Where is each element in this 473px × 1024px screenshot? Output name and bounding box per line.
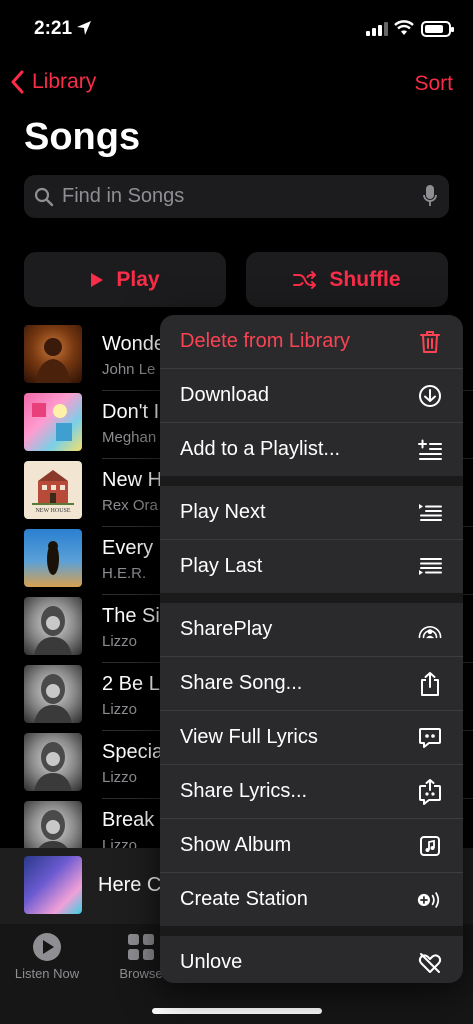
menu-group-gap <box>160 593 463 603</box>
album-art <box>24 733 82 791</box>
album-art <box>24 393 82 451</box>
shuffle-button[interactable]: Shuffle <box>246 252 448 307</box>
song-title: Break <box>102 809 155 831</box>
menu-item-add-to-playlist[interactable]: Add to a Playlist... <box>160 423 463 476</box>
sort-button[interactable]: Sort <box>414 72 453 96</box>
back-button[interactable]: Library <box>10 70 96 94</box>
song-title: The Si <box>102 605 160 627</box>
menu-item-shareplay[interactable]: SharePlay <box>160 603 463 656</box>
play-circle-icon <box>33 933 61 961</box>
song-artist: Meghan <box>102 429 157 446</box>
shareplay-icon <box>417 617 443 643</box>
song-title: 2 Be L <box>102 673 160 695</box>
album-art-label: NEW HOUSE <box>35 508 71 514</box>
album-art <box>24 597 82 655</box>
tab-label: Browse <box>119 966 163 981</box>
play-label: Play <box>116 267 160 291</box>
album-art <box>24 325 82 383</box>
context-menu: Delete from Library Download Add to a Pl… <box>160 315 463 983</box>
shuffle-icon <box>293 270 317 289</box>
menu-item-play-next[interactable]: Play Next <box>160 486 463 539</box>
search-bar[interactable] <box>24 175 449 218</box>
menu-item-label: Download <box>180 384 269 406</box>
tab-label: Listen Now <box>14 966 80 981</box>
shuffle-label: Shuffle <box>329 267 401 291</box>
chevron-left-icon <box>11 70 24 94</box>
menu-item-label: SharePlay <box>180 618 273 640</box>
menu-item-label: Add to a Playlist... <box>180 438 341 460</box>
play-next-icon <box>417 500 443 526</box>
menu-item-label: Create Station <box>180 888 308 910</box>
status-bar: 2:21 <box>0 0 473 56</box>
mini-player-title: Here C <box>98 874 162 896</box>
search-input[interactable] <box>62 185 412 208</box>
song-artist: John Le <box>102 361 156 378</box>
song-title: Wonde <box>102 333 166 355</box>
mini-player-art <box>24 856 82 914</box>
song-artist: Lizzo <box>102 769 138 786</box>
wifi-icon <box>394 20 414 35</box>
menu-item-label: Play Last <box>180 555 263 577</box>
album-art: NEW HOUSE <box>24 461 82 519</box>
menu-item-share-song[interactable]: Share Song... <box>160 657 463 710</box>
menu-item-label: Share Lyrics... <box>180 780 308 802</box>
home-indicator[interactable] <box>152 1008 322 1014</box>
menu-item-label: View Full Lyrics <box>180 726 318 748</box>
battery-icon <box>421 21 454 37</box>
song-artist: H.E.R. <box>102 565 147 582</box>
add-to-playlist-icon <box>417 437 443 463</box>
menu-group-gap <box>160 926 463 936</box>
download-icon <box>417 383 443 409</box>
menu-item-share-lyrics[interactable]: Share Lyrics... <box>160 765 463 818</box>
menu-item-label: Show Album <box>180 834 292 856</box>
menu-item-view-full-lyrics[interactable]: View Full Lyrics <box>160 711 463 764</box>
microphone-icon[interactable] <box>423 184 437 208</box>
album-art <box>24 665 82 723</box>
search-icon <box>34 187 54 206</box>
menu-item-download[interactable]: Download <box>160 369 463 422</box>
menu-item-label: Share Song... <box>180 672 303 694</box>
create-station-icon <box>417 887 443 913</box>
menu-item-label: Unlove <box>180 951 243 973</box>
location-icon <box>77 21 91 35</box>
menu-item-show-album[interactable]: Show Album <box>160 819 463 872</box>
song-title: New H <box>102 469 163 491</box>
back-label: Library <box>32 70 97 93</box>
share-icon <box>417 671 443 697</box>
status-time: 2:21 <box>34 18 73 39</box>
tab-listen-now[interactable]: Listen Now <box>2 932 92 981</box>
menu-item-unlove[interactable]: Unlove <box>160 936 463 983</box>
play-last-icon <box>417 554 443 580</box>
play-icon <box>91 272 104 287</box>
menu-group-gap <box>160 476 463 486</box>
share-lyrics-icon <box>417 779 443 805</box>
song-title: Specia <box>102 741 164 763</box>
menu-item-delete-from-library[interactable]: Delete from Library <box>160 315 463 368</box>
song-artist: Rex Ora <box>102 497 158 514</box>
song-title: Every <box>102 537 154 559</box>
menu-item-label: Delete from Library <box>180 330 351 352</box>
menu-item-create-station[interactable]: Create Station <box>160 873 463 926</box>
play-button[interactable]: Play <box>24 252 226 307</box>
album-icon <box>417 833 443 859</box>
song-artist: Lizzo <box>102 701 138 718</box>
song-artist: Lizzo <box>102 633 138 650</box>
unlove-heart-icon <box>417 950 443 976</box>
grid-icon <box>128 934 154 960</box>
cellular-signal-icon <box>366 22 388 36</box>
page-title: Songs <box>24 116 141 158</box>
song-title: Don't I <box>102 401 160 423</box>
lyrics-icon <box>417 725 443 751</box>
album-art <box>24 529 82 587</box>
menu-item-label: Play Next <box>180 501 266 523</box>
trash-icon <box>417 329 443 355</box>
menu-item-play-last[interactable]: Play Last <box>160 540 463 593</box>
